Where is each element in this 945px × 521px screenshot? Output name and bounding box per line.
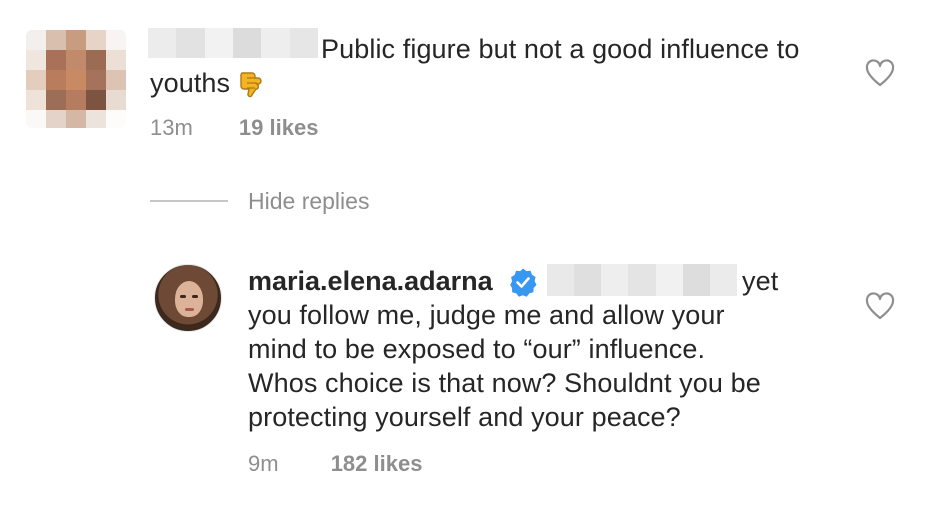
commenter-avatar-pixelated[interactable] [26,30,126,128]
hide-replies-button[interactable]: Hide replies [248,188,369,215]
reply-text-line4: Whos choice is that now? Shouldnt you be [248,368,761,398]
comment-text-line2: youths [150,66,264,100]
comments-thread: Public figure but not a good influence t… [0,0,945,521]
comment-text-line2-text: youths [150,68,231,98]
verified-badge-icon [508,267,538,297]
comment-likes[interactable]: 19 likes [239,115,319,140]
comment-meta: 13m 19 likes [150,115,318,141]
reply-text-line2: you follow me, judge me and allow your [248,300,725,330]
thumbs-down-emoji [238,70,264,100]
reply-text-line3: mind to be exposed to “our” influence. [248,334,706,364]
reply-likes[interactable]: 182 likes [331,451,423,476]
comment-text-line1: Public figure but not a good influence t… [321,34,800,64]
redacted-mention [547,264,737,296]
reply-meta: 9m 182 likes [248,451,422,477]
heart-icon[interactable] [865,292,895,320]
reply-username[interactable]: maria.elena.adarna [248,264,493,298]
comment-time: 13m [150,115,193,140]
reply-divider-line [150,200,228,202]
reply-text-line5: protecting yourself and your peace? [248,402,681,432]
redacted-username [148,28,318,58]
reply-text-line1-tail: yet [742,266,779,296]
reply-avatar[interactable] [154,264,222,332]
heart-icon[interactable] [865,59,895,87]
reply-time: 9m [248,451,279,476]
